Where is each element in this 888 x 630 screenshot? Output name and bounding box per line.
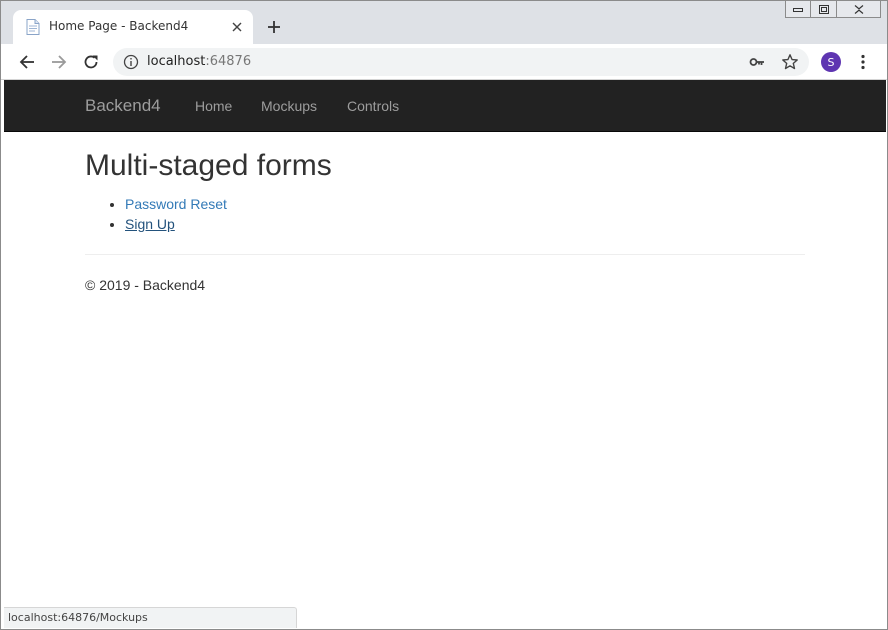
nav-link-mockups[interactable]: Mockups	[261, 98, 317, 114]
footer-divider	[85, 254, 805, 255]
site-info-icon[interactable]	[123, 54, 139, 70]
page-title: Multi-staged forms	[85, 149, 332, 182]
key-icon[interactable]	[749, 54, 765, 70]
list-item: Sign Up	[125, 214, 227, 234]
tab-strip: Home Page - Backend4	[1, 1, 887, 44]
page-icon	[26, 19, 40, 35]
site-navbar: Backend4 Home Mockups Controls	[4, 80, 886, 132]
window-close-icon[interactable]	[837, 1, 881, 18]
tab-title: Home Page - Backend4	[49, 19, 189, 33]
window-controls	[785, 1, 881, 19]
minimize-icon[interactable]	[785, 1, 811, 18]
footer-copyright: © 2019 - Backend4	[85, 277, 206, 293]
back-arrow-icon[interactable]	[16, 51, 38, 73]
browser-window: Home Page - Backend4 localhost:64876 S B…	[0, 0, 888, 630]
restore-icon[interactable]	[811, 1, 837, 18]
nav-link-controls[interactable]: Controls	[347, 98, 399, 114]
bookmark-star-icon[interactable]	[781, 53, 799, 71]
form-link-list: Password Reset Sign Up	[85, 194, 227, 234]
nav-link-home[interactable]: Home	[195, 98, 232, 114]
status-bubble: localhost:64876/Mockups	[4, 607, 297, 628]
tab-close-icon[interactable]	[229, 19, 245, 35]
sign-up-link[interactable]: Sign Up	[125, 216, 175, 232]
password-reset-link[interactable]: Password Reset	[125, 196, 227, 212]
new-tab-plus-icon[interactable]	[263, 16, 285, 38]
browser-toolbar: localhost:64876 S	[1, 44, 887, 80]
site-brand-link[interactable]: Backend4	[85, 96, 161, 116]
reload-icon[interactable]	[80, 51, 102, 73]
status-url: localhost:64876/Mockups	[8, 611, 148, 624]
list-item: Password Reset	[125, 194, 227, 214]
more-menu-icon[interactable]	[853, 51, 873, 73]
address-url: localhost:64876	[147, 54, 251, 69]
browser-tab[interactable]: Home Page - Backend4	[13, 10, 253, 44]
profile-avatar[interactable]: S	[821, 52, 841, 72]
url-host: localhost	[147, 54, 206, 69]
forward-arrow-icon[interactable]	[48, 51, 70, 73]
page-viewport: Backend4 Home Mockups Controls Multi-sta…	[4, 80, 886, 628]
url-port: :64876	[205, 54, 252, 69]
address-bar[interactable]: localhost:64876	[113, 48, 809, 76]
